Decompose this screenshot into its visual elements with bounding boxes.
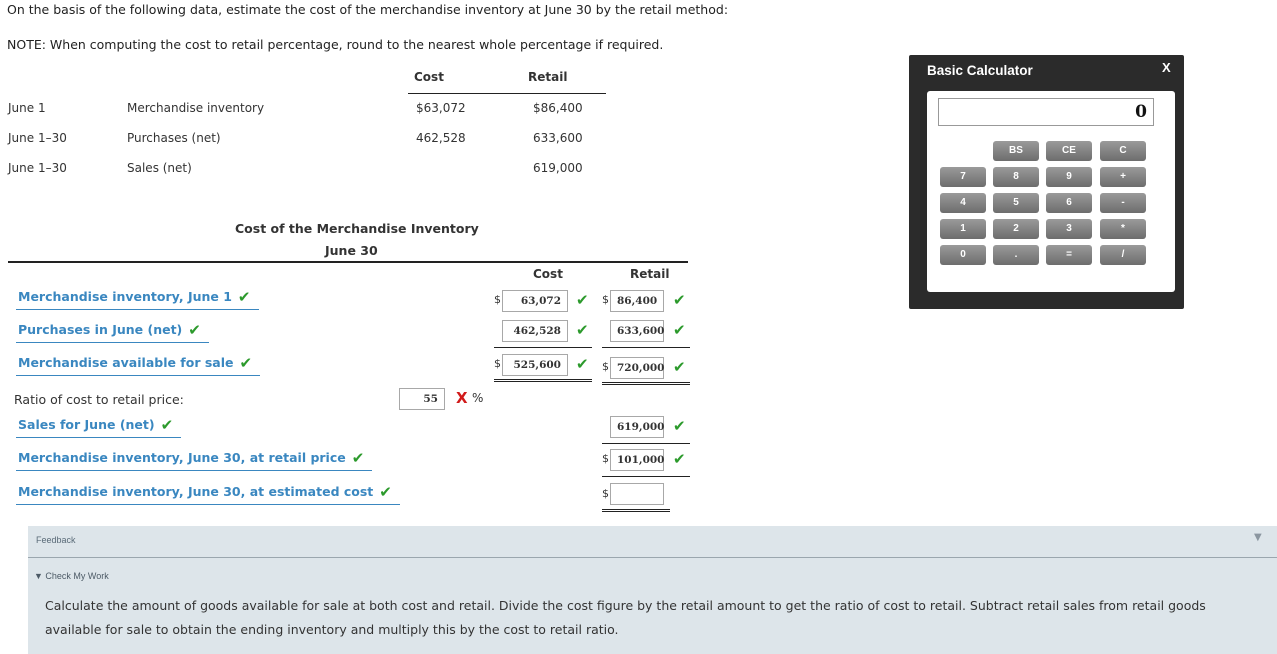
instructions-text: On the basis of the following data, esti… bbox=[7, 2, 729, 17]
data-header-cost: Cost bbox=[414, 70, 444, 84]
data-row-cost: $63,072 bbox=[416, 101, 466, 115]
key-clear-entry[interactable]: CE bbox=[1046, 141, 1092, 161]
data-row-item: Purchases (net) bbox=[127, 131, 221, 145]
key-9[interactable]: 9 bbox=[1046, 167, 1092, 187]
data-row-cost: 462,528 bbox=[416, 131, 466, 145]
inventory-june1-cost-input[interactable]: 63,072 bbox=[502, 290, 568, 312]
schedule-header-cost: Cost bbox=[533, 267, 563, 281]
inventory-retail-rule bbox=[602, 476, 690, 477]
inventory-cost-input[interactable] bbox=[610, 483, 664, 505]
collapse-caret-icon[interactable]: ▼ bbox=[1254, 532, 1262, 543]
check-icon: ✔ bbox=[673, 321, 686, 339]
basic-calculator: Basic Calculator X 0 BS CE C 7 8 9 + 4 5… bbox=[909, 55, 1184, 309]
key-7[interactable]: 7 bbox=[940, 167, 986, 187]
key-clear[interactable]: C bbox=[1100, 141, 1146, 161]
check-icon: ✔ bbox=[379, 483, 392, 501]
key-3[interactable]: 3 bbox=[1046, 219, 1092, 239]
currency-symbol: $ bbox=[602, 293, 609, 306]
sales-select[interactable]: Sales for June (net) ✔ bbox=[16, 416, 182, 438]
check-icon: ✔ bbox=[576, 355, 589, 373]
check-icon: ✔ bbox=[237, 288, 251, 306]
data-row-item: Merchandise inventory bbox=[127, 101, 265, 115]
key-4[interactable]: 4 bbox=[940, 193, 986, 213]
inventory-cost-double-rule bbox=[602, 509, 670, 512]
currency-symbol: $ bbox=[602, 452, 609, 465]
inventory-cost-select[interactable]: Merchandise inventory, June 30, at estim… bbox=[16, 484, 400, 505]
available-for-sale-select[interactable]: Merchandise available for sale ✔ bbox=[16, 354, 261, 376]
inventory-june1-retail-input[interactable]: 86,400 bbox=[610, 290, 664, 312]
feedback-text: Calculate the amount of goods available … bbox=[45, 598, 1206, 637]
key-multiply[interactable]: * bbox=[1100, 219, 1146, 239]
check-icon: ✔ bbox=[673, 358, 686, 376]
retail-subtotal-rule bbox=[602, 347, 690, 348]
calculator-display[interactable]: 0 bbox=[938, 98, 1154, 126]
data-row-item: Sales (net) bbox=[127, 161, 192, 175]
percent-unit: % bbox=[472, 391, 484, 405]
data-header-rule bbox=[408, 93, 606, 94]
inventory-retail-input[interactable]: 101,000 bbox=[610, 449, 665, 471]
check-icon: ✔ bbox=[673, 291, 686, 309]
rounding-note: NOTE: When computing the cost to retail … bbox=[7, 37, 664, 52]
data-row-retail: $86,400 bbox=[533, 101, 583, 115]
available-retail-input[interactable]: 720,000 bbox=[610, 357, 665, 379]
key-5[interactable]: 5 bbox=[993, 193, 1039, 213]
key-decimal[interactable]: . bbox=[993, 245, 1039, 265]
key-equals[interactable]: = bbox=[1046, 245, 1092, 265]
check-my-work-toggle[interactable]: ▼ Check My Work bbox=[34, 571, 109, 581]
data-row-date: June 1 bbox=[8, 101, 46, 115]
calculator-body: 0 BS CE C 7 8 9 + 4 5 6 - 1 2 3 * 0 . = … bbox=[927, 91, 1175, 292]
purchases-retail-input[interactable]: 633,600 bbox=[610, 320, 665, 342]
key-6[interactable]: 6 bbox=[1046, 193, 1092, 213]
retail-total-double-rule bbox=[602, 382, 690, 385]
key-1[interactable]: 1 bbox=[940, 219, 986, 239]
inventory-retail-select[interactable]: Merchandise inventory, June 30, at retai… bbox=[16, 449, 373, 471]
key-minus[interactable]: - bbox=[1100, 193, 1146, 213]
check-icon: ✔ bbox=[673, 450, 686, 468]
currency-symbol: $ bbox=[494, 293, 501, 306]
cost-subtotal-rule bbox=[494, 347, 592, 348]
calculator-title: Basic Calculator bbox=[927, 63, 1033, 78]
data-header-retail: Retail bbox=[528, 70, 568, 84]
purchases-cost-input[interactable]: 462,528 bbox=[502, 320, 568, 342]
purchases-select[interactable]: Purchases in June (net) ✔ bbox=[16, 322, 209, 343]
key-2[interactable]: 2 bbox=[993, 219, 1039, 239]
sales-rule bbox=[602, 443, 690, 444]
check-icon: ✔ bbox=[160, 416, 174, 434]
feedback-divider bbox=[28, 557, 1277, 558]
key-0[interactable]: 0 bbox=[940, 245, 986, 265]
key-8[interactable]: 8 bbox=[993, 167, 1039, 187]
check-icon: ✔ bbox=[576, 321, 589, 339]
ratio-label: Ratio of cost to retail price: bbox=[14, 392, 184, 407]
check-icon: ✔ bbox=[351, 449, 365, 467]
key-backspace[interactable]: BS bbox=[993, 141, 1039, 161]
currency-symbol: $ bbox=[602, 487, 609, 500]
calculator-close-button[interactable]: X bbox=[1162, 60, 1171, 75]
sales-retail-input[interactable]: 619,000 bbox=[610, 416, 665, 438]
key-divide[interactable]: / bbox=[1100, 245, 1146, 265]
data-row-date: June 1–30 bbox=[8, 161, 67, 175]
check-icon: ✔ bbox=[673, 417, 686, 435]
check-icon: ✔ bbox=[188, 321, 201, 339]
inventory-june1-select[interactable]: Merchandise inventory, June 1 ✔ bbox=[16, 289, 259, 310]
currency-symbol: $ bbox=[494, 357, 501, 370]
check-icon: ✔ bbox=[239, 354, 253, 372]
data-row-retail: 633,600 bbox=[533, 131, 583, 145]
feedback-panel: Feedback ▼ ▼ Check My Work Calculate the… bbox=[28, 526, 1277, 654]
schedule-header-retail: Retail bbox=[630, 267, 670, 281]
schedule-header-rule bbox=[8, 261, 688, 263]
data-row-retail: 619,000 bbox=[533, 161, 583, 175]
cost-total-double-rule bbox=[494, 379, 592, 382]
data-row-date: June 1–30 bbox=[8, 131, 67, 145]
ratio-input[interactable]: 55 bbox=[399, 388, 445, 410]
feedback-label: Feedback bbox=[36, 535, 76, 545]
schedule-title: Cost of the Merchandise Inventory bbox=[235, 221, 479, 236]
available-cost-input[interactable]: 525,600 bbox=[502, 354, 568, 376]
currency-symbol: $ bbox=[602, 360, 609, 373]
check-icon: ✔ bbox=[576, 291, 589, 309]
key-plus[interactable]: + bbox=[1100, 167, 1146, 187]
incorrect-x-icon: X bbox=[456, 389, 468, 407]
schedule-date: June 30 bbox=[325, 243, 378, 258]
